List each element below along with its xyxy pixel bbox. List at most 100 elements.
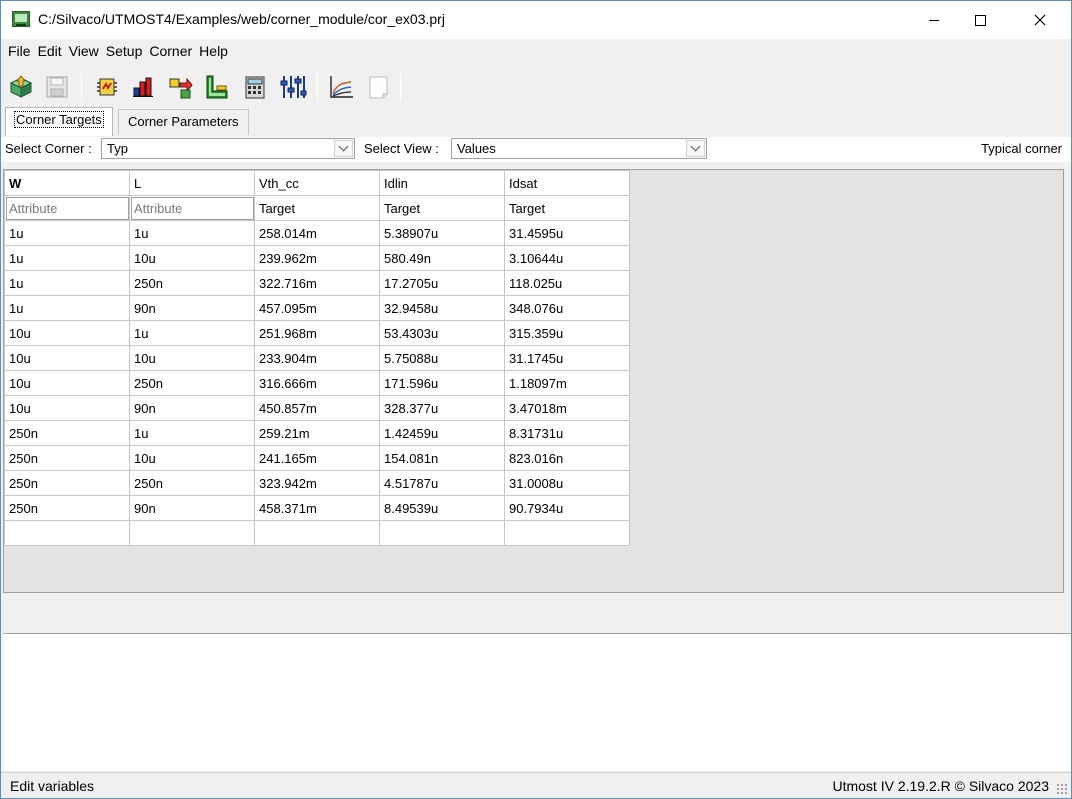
table-cell[interactable]: 823.016n [504, 445, 630, 471]
table-cell[interactable]: 53.4303u [379, 320, 505, 346]
table-cell[interactable]: 250n [4, 470, 130, 496]
table-cell[interactable]: 31.0008u [504, 470, 630, 496]
plot-curves-button[interactable] [327, 72, 355, 102]
maximize-button[interactable] [957, 1, 1003, 39]
table-cell[interactable]: 90n [129, 395, 255, 421]
table-cell[interactable]: 154.081n [379, 445, 505, 471]
menu-view[interactable]: View [69, 40, 99, 64]
table-cell[interactable]: 10u [129, 345, 255, 371]
table-cell[interactable]: 250n [4, 445, 130, 471]
column-type-cell[interactable]: Attribute [4, 195, 130, 221]
column-type-cell[interactable]: Attribute [129, 195, 255, 221]
table-cell[interactable]: 315.359u [504, 320, 630, 346]
table-cell[interactable]: 250n [129, 270, 255, 296]
table-cell[interactable]: 5.38907u [379, 220, 505, 246]
table-cell[interactable]: 10u [4, 320, 130, 346]
resize-grip[interactable] [1056, 783, 1068, 795]
table-cell[interactable]: 31.4595u [504, 220, 630, 246]
table-cell[interactable]: 5.75088u [379, 345, 505, 371]
table-cell[interactable]: 328.377u [379, 395, 505, 421]
table-cell[interactable] [504, 520, 630, 546]
table-cell[interactable]: 259.21m [254, 420, 380, 446]
app-icon[interactable] [12, 11, 30, 27]
l-shape-button[interactable] [203, 72, 231, 102]
corner-targets-grid[interactable]: W L Vth_cc Idlin Idsat Attribute Attribu… [3, 169, 1064, 593]
close-button[interactable] [1017, 1, 1063, 39]
table-cell[interactable]: 251.968m [254, 320, 380, 346]
table-cell[interactable]: 1.18097m [504, 370, 630, 396]
minimize-button[interactable] [911, 1, 957, 39]
column-header-w[interactable]: W [4, 170, 130, 196]
select-corner-dropdown[interactable]: Typ [101, 138, 355, 159]
save-button[interactable] [43, 72, 71, 102]
table-cell[interactable]: 10u [129, 445, 255, 471]
table-cell[interactable]: 233.904m [254, 345, 380, 371]
table-cell[interactable] [379, 520, 505, 546]
table-cell[interactable]: 10u [129, 245, 255, 271]
table-cell[interactable]: 348.076u [504, 295, 630, 321]
table-cell[interactable]: 1u [4, 270, 130, 296]
blank-page-button[interactable] [365, 72, 393, 102]
table-cell[interactable]: 90n [129, 295, 255, 321]
table-cell[interactable]: 258.014m [254, 220, 380, 246]
menu-file[interactable]: File [8, 40, 31, 64]
table-cell[interactable]: 1u [4, 295, 130, 321]
menu-setup[interactable]: Setup [106, 40, 143, 64]
table-cell[interactable]: 8.31731u [504, 420, 630, 446]
table-cell[interactable]: 458.371m [254, 495, 380, 521]
table-cell[interactable]: 450.857m [254, 395, 380, 421]
table-cell[interactable]: 250n [129, 470, 255, 496]
table-cell[interactable]: 3.47018m [504, 395, 630, 421]
menu-edit[interactable]: Edit [38, 40, 62, 64]
table-cell[interactable]: 1u [4, 245, 130, 271]
table-cell[interactable]: 90.7934u [504, 495, 630, 521]
table-cell[interactable]: 17.2705u [379, 270, 505, 296]
table-cell[interactable]: 171.596u [379, 370, 505, 396]
table-cell[interactable]: 323.942m [254, 470, 380, 496]
table-cell[interactable]: 8.49539u [379, 495, 505, 521]
column-type-cell[interactable]: Target [379, 195, 505, 221]
table-cell[interactable]: 316.666m [254, 370, 380, 396]
chevron-down-icon[interactable] [334, 140, 353, 157]
table-cell[interactable]: 1.42459u [379, 420, 505, 446]
table-cell[interactable]: 580.49n [379, 245, 505, 271]
table-cell[interactable]: 250n [4, 420, 130, 446]
chevron-down-icon[interactable] [686, 140, 705, 157]
table-cell[interactable]: 10u [4, 370, 130, 396]
bar-chart-button[interactable] [129, 72, 157, 102]
table-cell[interactable]: 118.025u [504, 270, 630, 296]
open-project-button[interactable] [7, 72, 35, 102]
table-cell[interactable]: 322.716m [254, 270, 380, 296]
title-bar[interactable]: C:/Silvaco/UTMOST4/Examples/web/corner_m… [1, 1, 1071, 39]
table-cell[interactable]: 250n [129, 370, 255, 396]
module-settings-button[interactable] [93, 72, 121, 102]
table-cell[interactable]: 239.962m [254, 245, 380, 271]
table-cell[interactable]: 1u [129, 220, 255, 246]
table-cell[interactable]: 1u [4, 220, 130, 246]
calculator-button[interactable] [241, 72, 269, 102]
table-cell[interactable]: 241.165m [254, 445, 380, 471]
menu-help[interactable]: Help [199, 40, 228, 64]
table-cell[interactable]: 457.095m [254, 295, 380, 321]
column-header-l[interactable]: L [129, 170, 255, 196]
table-cell[interactable]: 250n [4, 495, 130, 521]
column-header-vth-cc[interactable]: Vth_cc [254, 170, 380, 196]
select-view-dropdown[interactable]: Values [451, 138, 707, 159]
table-cell[interactable]: 10u [4, 345, 130, 371]
table-cell[interactable]: 1u [129, 420, 255, 446]
tab-corner-parameters[interactable]: Corner Parameters [118, 109, 249, 135]
table-cell[interactable]: 10u [4, 395, 130, 421]
output-panel[interactable] [3, 633, 1071, 771]
table-cell[interactable]: 31.1745u [504, 345, 630, 371]
table-cell[interactable] [129, 520, 255, 546]
table-cell[interactable] [254, 520, 380, 546]
transfer-button[interactable] [167, 72, 195, 102]
column-header-idlin[interactable]: Idlin [379, 170, 505, 196]
menu-corner[interactable]: Corner [149, 40, 192, 64]
column-type-cell[interactable]: Target [254, 195, 380, 221]
table-cell[interactable]: 32.9458u [379, 295, 505, 321]
column-type-cell[interactable]: Target [504, 195, 630, 221]
tab-corner-targets[interactable]: Corner Targets [5, 107, 113, 136]
table-cell[interactable]: 3.10644u [504, 245, 630, 271]
table-cell[interactable]: 90n [129, 495, 255, 521]
